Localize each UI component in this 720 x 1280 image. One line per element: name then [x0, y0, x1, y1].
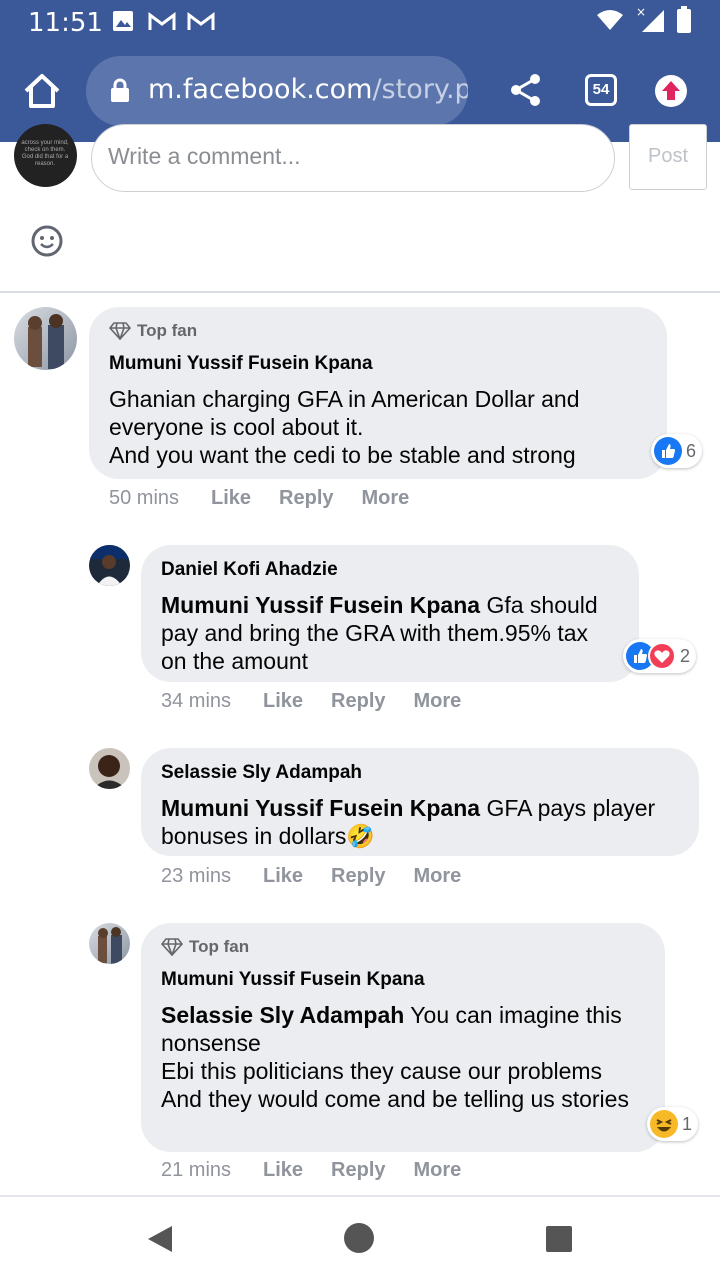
tab-count: 54	[592, 81, 610, 98]
comment-actions: 23 mins Like Reply More	[161, 865, 489, 888]
comment-time: 50 mins	[109, 487, 180, 509]
emoji-icon[interactable]	[30, 224, 64, 258]
top-fan-badge: Top fan	[189, 937, 250, 956]
diamond-icon	[109, 322, 131, 340]
like-button[interactable]: Like	[263, 865, 303, 888]
gmail-icon	[187, 12, 215, 30]
wifi-icon	[597, 10, 623, 30]
reaction-summary[interactable]: 6	[651, 434, 703, 468]
home-nav-icon[interactable]	[343, 1222, 375, 1254]
reaction-summary[interactable]: 2	[623, 639, 697, 673]
comment-input[interactable]	[108, 143, 588, 170]
status-time: 11:51	[28, 8, 103, 38]
tab-switcher-button[interactable]: 54	[585, 74, 617, 106]
comment-mention[interactable]: Mumuni Yussif Fusein Kpana	[161, 795, 480, 821]
recents-icon[interactable]	[545, 1225, 573, 1253]
more-button[interactable]: More	[414, 1159, 462, 1182]
love-reaction-icon	[648, 642, 676, 670]
system-nav-bar	[0, 1197, 720, 1280]
comment-actions: 21 mins Like Reply More	[161, 1159, 489, 1182]
comment-bubble: Selassie Sly Adampah Mumuni Yussif Fusei…	[141, 748, 699, 856]
comment-author[interactable]: Selassie Sly Adampah	[161, 762, 679, 784]
reply-button[interactable]: Reply	[331, 865, 385, 888]
gallery-icon	[113, 11, 133, 31]
signal-icon: ×	[636, 5, 664, 32]
avatar[interactable]	[89, 748, 130, 789]
comment-mention[interactable]: Selassie Sly Adampah	[161, 1002, 404, 1028]
haha-reaction-icon	[650, 1110, 678, 1138]
composer-avatar: across your mind, check on them. God did…	[14, 124, 77, 187]
comment-author[interactable]: Mumuni Yussif Fusein Kpana	[161, 969, 645, 991]
post-button[interactable]: Post	[629, 124, 707, 190]
back-icon[interactable]	[146, 1224, 174, 1254]
like-button[interactable]: Like	[211, 487, 251, 510]
reaction-count: 6	[686, 440, 697, 461]
comment-mention[interactable]: Mumuni Yussif Fusein Kpana	[161, 592, 480, 618]
svg-text:×: ×	[636, 5, 646, 19]
share-icon[interactable]	[508, 72, 544, 108]
home-icon[interactable]	[22, 72, 62, 112]
reply-button[interactable]: Reply	[279, 487, 333, 510]
top-fan-badge: Top fan	[137, 321, 198, 340]
avatar[interactable]	[89, 923, 130, 964]
diamond-icon	[161, 938, 183, 956]
lock-icon	[111, 78, 129, 102]
reply-button[interactable]: Reply	[331, 1159, 385, 1182]
comment-field[interactable]	[91, 124, 615, 192]
comment-time: 34 mins	[161, 690, 232, 712]
reaction-count: 2	[680, 645, 691, 666]
like-reaction-icon	[654, 437, 682, 465]
comment-bubble: Daniel Kofi Ahadzie Mumuni Yussif Fusein…	[141, 545, 639, 682]
battery-icon	[677, 6, 691, 33]
more-button[interactable]: More	[414, 690, 462, 713]
more-button[interactable]: More	[362, 487, 410, 510]
comment-actions: 50 mins Like Reply More	[109, 487, 437, 510]
like-button[interactable]: Like	[263, 1159, 303, 1182]
comment-author[interactable]: Daniel Kofi Ahadzie	[161, 559, 619, 581]
comment-text: Ghanian charging GFA in American Dollar …	[109, 386, 580, 468]
comment-time: 21 mins	[161, 1159, 232, 1181]
comment-time: 23 mins	[161, 865, 232, 887]
gmail-icon	[148, 12, 176, 30]
avatar[interactable]	[89, 545, 130, 586]
status-bar: 11:51 ×	[0, 0, 720, 44]
comment-bubble: Top fan Mumuni Yussif Fusein Kpana Ghani…	[89, 307, 667, 479]
reply-button[interactable]: Reply	[331, 690, 385, 713]
divider	[0, 291, 720, 293]
comment-bubble: Top fan Mumuni Yussif Fusein Kpana Selas…	[141, 923, 665, 1152]
avatar[interactable]	[14, 307, 77, 370]
comment-author[interactable]: Mumuni Yussif Fusein Kpana	[109, 353, 647, 375]
url-host: m.facebook.com	[148, 74, 373, 105]
upgrade-icon[interactable]	[654, 74, 688, 108]
like-button[interactable]: Like	[263, 690, 303, 713]
reaction-count: 1	[682, 1113, 693, 1134]
comment-actions: 34 mins Like Reply More	[161, 690, 489, 713]
more-button[interactable]: More	[414, 865, 462, 888]
url-path: /story.p	[372, 74, 468, 105]
url-bar[interactable]: m.facebook.com/story.p	[86, 56, 468, 126]
reaction-summary[interactable]: 1	[647, 1107, 699, 1141]
avatar-text: across your mind, check on them. God did…	[21, 140, 69, 167]
